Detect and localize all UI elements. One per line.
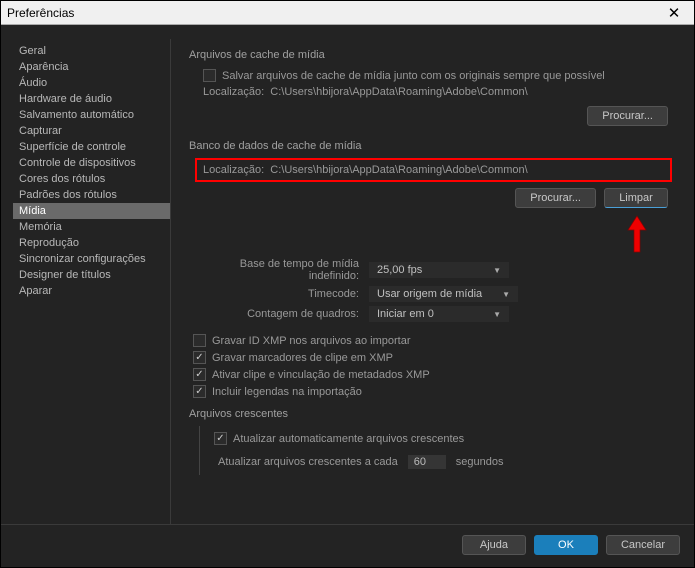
sidebar-item-2[interactable]: Áudio	[13, 75, 170, 91]
growing-group-label: Arquivos crescentes	[189, 408, 672, 420]
sidebar: GeralAparênciaÁudioHardware de áudioSalv…	[13, 39, 171, 524]
checkbox-icon[interactable]	[203, 69, 216, 82]
sidebar-item-6[interactable]: Superfície de controle	[13, 139, 170, 155]
growing-interval-row: Atualizar arquivos crescentes a cada 60 …	[200, 453, 672, 471]
content-panel: Arquivos de cache de mídia Salvar arquiv…	[171, 39, 682, 524]
db-browse-button[interactable]: Procurar...	[515, 188, 596, 208]
arrow-annotation	[189, 214, 672, 254]
cache-browse-button[interactable]: Procurar...	[587, 106, 668, 126]
db-clear-button[interactable]: Limpar	[604, 188, 668, 208]
sidebar-item-8[interactable]: Cores dos rótulos	[13, 171, 170, 187]
clip-markers-row[interactable]: Gravar marcadores de clipe em XMP	[189, 349, 672, 366]
framecount-select[interactable]: Iniciar em 0▼	[369, 306, 509, 322]
sidebar-item-4[interactable]: Salvamento automático	[13, 107, 170, 123]
xmp-id-row[interactable]: Gravar ID XMP nos arquivos ao importar	[189, 332, 672, 349]
sidebar-item-11[interactable]: Memória	[13, 219, 170, 235]
chevron-down-icon: ▼	[502, 290, 510, 299]
checkbox-icon[interactable]	[214, 432, 227, 445]
enable-clip-row[interactable]: Ativar clipe e vinculação de metadados X…	[189, 366, 672, 383]
chevron-down-icon: ▼	[493, 266, 501, 275]
sidebar-item-15[interactable]: Aparar	[13, 283, 170, 299]
cache-location: Localização: C:\Users\hbijora\AppData\Ro…	[189, 84, 672, 98]
sidebar-item-10[interactable]: Mídia	[13, 203, 170, 219]
sidebar-item-7[interactable]: Controle de dispositivos	[13, 155, 170, 171]
sidebar-item-12[interactable]: Reprodução	[13, 235, 170, 251]
growing-interval-input[interactable]: 60	[408, 455, 446, 469]
timecode-select[interactable]: Usar origem de mídia▼	[369, 286, 518, 302]
chevron-down-icon: ▼	[493, 310, 501, 319]
timebase-label: Base de tempo de mídia indefinido:	[189, 258, 369, 282]
cache-group-label: Arquivos de cache de mídia	[189, 49, 672, 61]
timebase-select[interactable]: 25,00 fps▼	[369, 262, 509, 278]
preferences-window: Preferências ✕ GeralAparênciaÁudioHardwa…	[0, 0, 695, 568]
close-button[interactable]: ✕	[654, 1, 694, 25]
checkbox-icon[interactable]	[193, 351, 206, 364]
cancel-button[interactable]: Cancelar	[606, 535, 680, 555]
sidebar-item-0[interactable]: Geral	[13, 43, 170, 59]
window-title: Preferências	[7, 6, 654, 20]
checkbox-icon[interactable]	[193, 334, 206, 347]
sidebar-item-14[interactable]: Designer de títulos	[13, 267, 170, 283]
checkbox-icon[interactable]	[193, 368, 206, 381]
sidebar-item-1[interactable]: Aparência	[13, 59, 170, 75]
save-cache-row[interactable]: Salvar arquivos de cache de mídia junto …	[189, 67, 672, 84]
footer: Ajuda OK Cancelar	[1, 524, 694, 567]
db-location-highlight: Localização: C:\Users\hbijora\AppData\Ro…	[195, 158, 672, 182]
sidebar-item-3[interactable]: Hardware de áudio	[13, 91, 170, 107]
help-button[interactable]: Ajuda	[462, 535, 526, 555]
titlebar: Preferências ✕	[1, 1, 694, 25]
framecount-label: Contagem de quadros:	[189, 308, 369, 320]
timecode-label: Timecode:	[189, 288, 369, 300]
dialog-body: GeralAparênciaÁudioHardware de áudioSalv…	[1, 25, 694, 524]
captions-row[interactable]: Incluir legendas na importação	[189, 383, 672, 400]
growing-auto-row[interactable]: Atualizar automaticamente arquivos cresc…	[200, 430, 672, 447]
db-group-label: Banco de dados de cache de mídia	[189, 140, 672, 152]
sidebar-item-9[interactable]: Padrões dos rótulos	[13, 187, 170, 203]
sidebar-item-5[interactable]: Capturar	[13, 123, 170, 139]
save-cache-label: Salvar arquivos de cache de mídia junto …	[222, 70, 605, 82]
checkbox-icon[interactable]	[193, 385, 206, 398]
sidebar-item-13[interactable]: Sincronizar configurações	[13, 251, 170, 267]
ok-button[interactable]: OK	[534, 535, 598, 555]
